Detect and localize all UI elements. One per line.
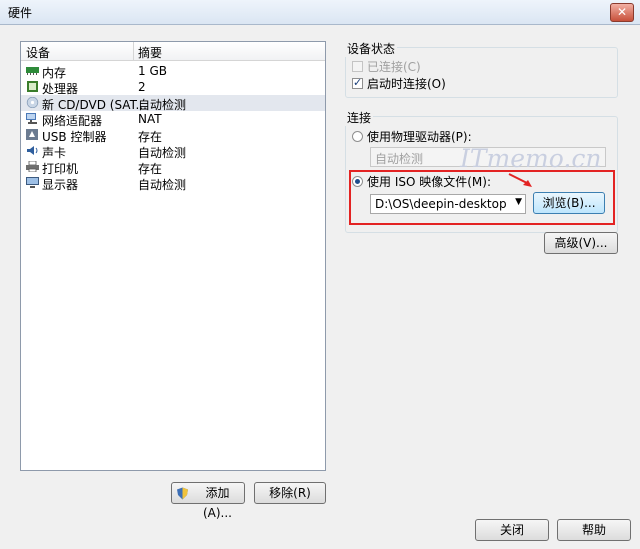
device-summary: 2 <box>138 80 146 94</box>
shield-icon <box>177 487 188 500</box>
usb-icon <box>26 129 38 140</box>
close-icon[interactable]: ✕ <box>610 3 634 22</box>
remove-button[interactable]: 移除(R) <box>254 482 326 504</box>
device-list[interactable]: 设备 摘要 内存 1 GB 处理器 2 新 CD/DVD (SAT... 自动检… <box>20 41 326 471</box>
connected-label: 已连接(C) <box>367 60 421 74</box>
device-summary: 1 GB <box>138 64 167 78</box>
processor-icon <box>27 81 38 92</box>
device-row-memory[interactable]: 内存 1 GB <box>21 63 325 80</box>
sound-card-icon <box>27 146 38 155</box>
iso-path-combo[interactable]: D:\OS\deepin-desktop-comr ▼ <box>370 194 526 214</box>
help-button[interactable]: 帮助 <box>557 519 631 541</box>
check-icon: ✓ <box>353 76 363 89</box>
radio-dot <box>355 179 360 184</box>
add-button[interactable]: 添加(A)... <box>171 482 245 520</box>
use-physical-drive-radio[interactable] <box>352 131 363 142</box>
device-summary: NAT <box>138 112 162 126</box>
network-adapter-icon <box>26 113 37 124</box>
add-button-label: 添加(A)... <box>202 486 232 520</box>
header-separator[interactable] <box>133 42 134 60</box>
connect-on-power-checkbox[interactable]: ✓ <box>352 76 363 89</box>
device-row-usb[interactable]: USB 控制器 存在 <box>21 127 325 144</box>
display-icon <box>26 177 39 188</box>
iso-path-value: D:\OS\deepin-desktop-comr <box>375 197 507 211</box>
use-physical-drive-label: 使用物理驱动器(P): <box>367 130 472 144</box>
device-row-sound[interactable]: 声卡 自动检测 <box>21 143 325 160</box>
window-title: 硬件 <box>8 6 33 20</box>
device-row-processor[interactable]: 处理器 2 <box>21 79 325 96</box>
device-row-cd-dvd[interactable]: 新 CD/DVD (SAT... 自动检测 <box>21 95 325 112</box>
browse-button[interactable]: 浏览(B)... <box>533 192 605 214</box>
list-header: 设备 摘要 <box>21 42 325 61</box>
device-summary: 自动检测 <box>138 178 187 192</box>
device-name: 显示器 <box>42 178 79 192</box>
advanced-button[interactable]: 高级(V)... <box>544 232 618 254</box>
device-row-printer[interactable]: 打印机 存在 <box>21 159 325 176</box>
watermark: ITmemo.cn <box>460 144 602 173</box>
header-device[interactable]: 设备 <box>26 44 50 61</box>
close-button[interactable]: 关闭 <box>475 519 549 541</box>
physical-drive-value: 自动检测 <box>375 152 424 166</box>
use-iso-radio[interactable] <box>352 176 363 187</box>
connection-label: 连接 <box>345 109 374 126</box>
device-status-label: 设备状态 <box>345 40 398 57</box>
device-row-network[interactable]: 网络适配器 NAT <box>21 111 325 128</box>
header-summary[interactable]: 摘要 <box>138 44 162 61</box>
title-bar: 硬件 ✕ <box>0 0 640 25</box>
cd-dvd-icon <box>26 97 39 108</box>
printer-icon <box>26 161 39 172</box>
arrow-icon <box>508 173 532 187</box>
device-row-display[interactable]: 显示器 自动检测 <box>21 175 325 192</box>
connect-on-power-label: 启动时连接(O) <box>367 77 446 91</box>
memory-icon <box>26 67 39 75</box>
dropdown-arrow-icon[interactable]: ▼ <box>515 197 522 207</box>
connected-checkbox[interactable] <box>352 61 363 72</box>
use-iso-label: 使用 ISO 映像文件(M): <box>367 175 491 189</box>
